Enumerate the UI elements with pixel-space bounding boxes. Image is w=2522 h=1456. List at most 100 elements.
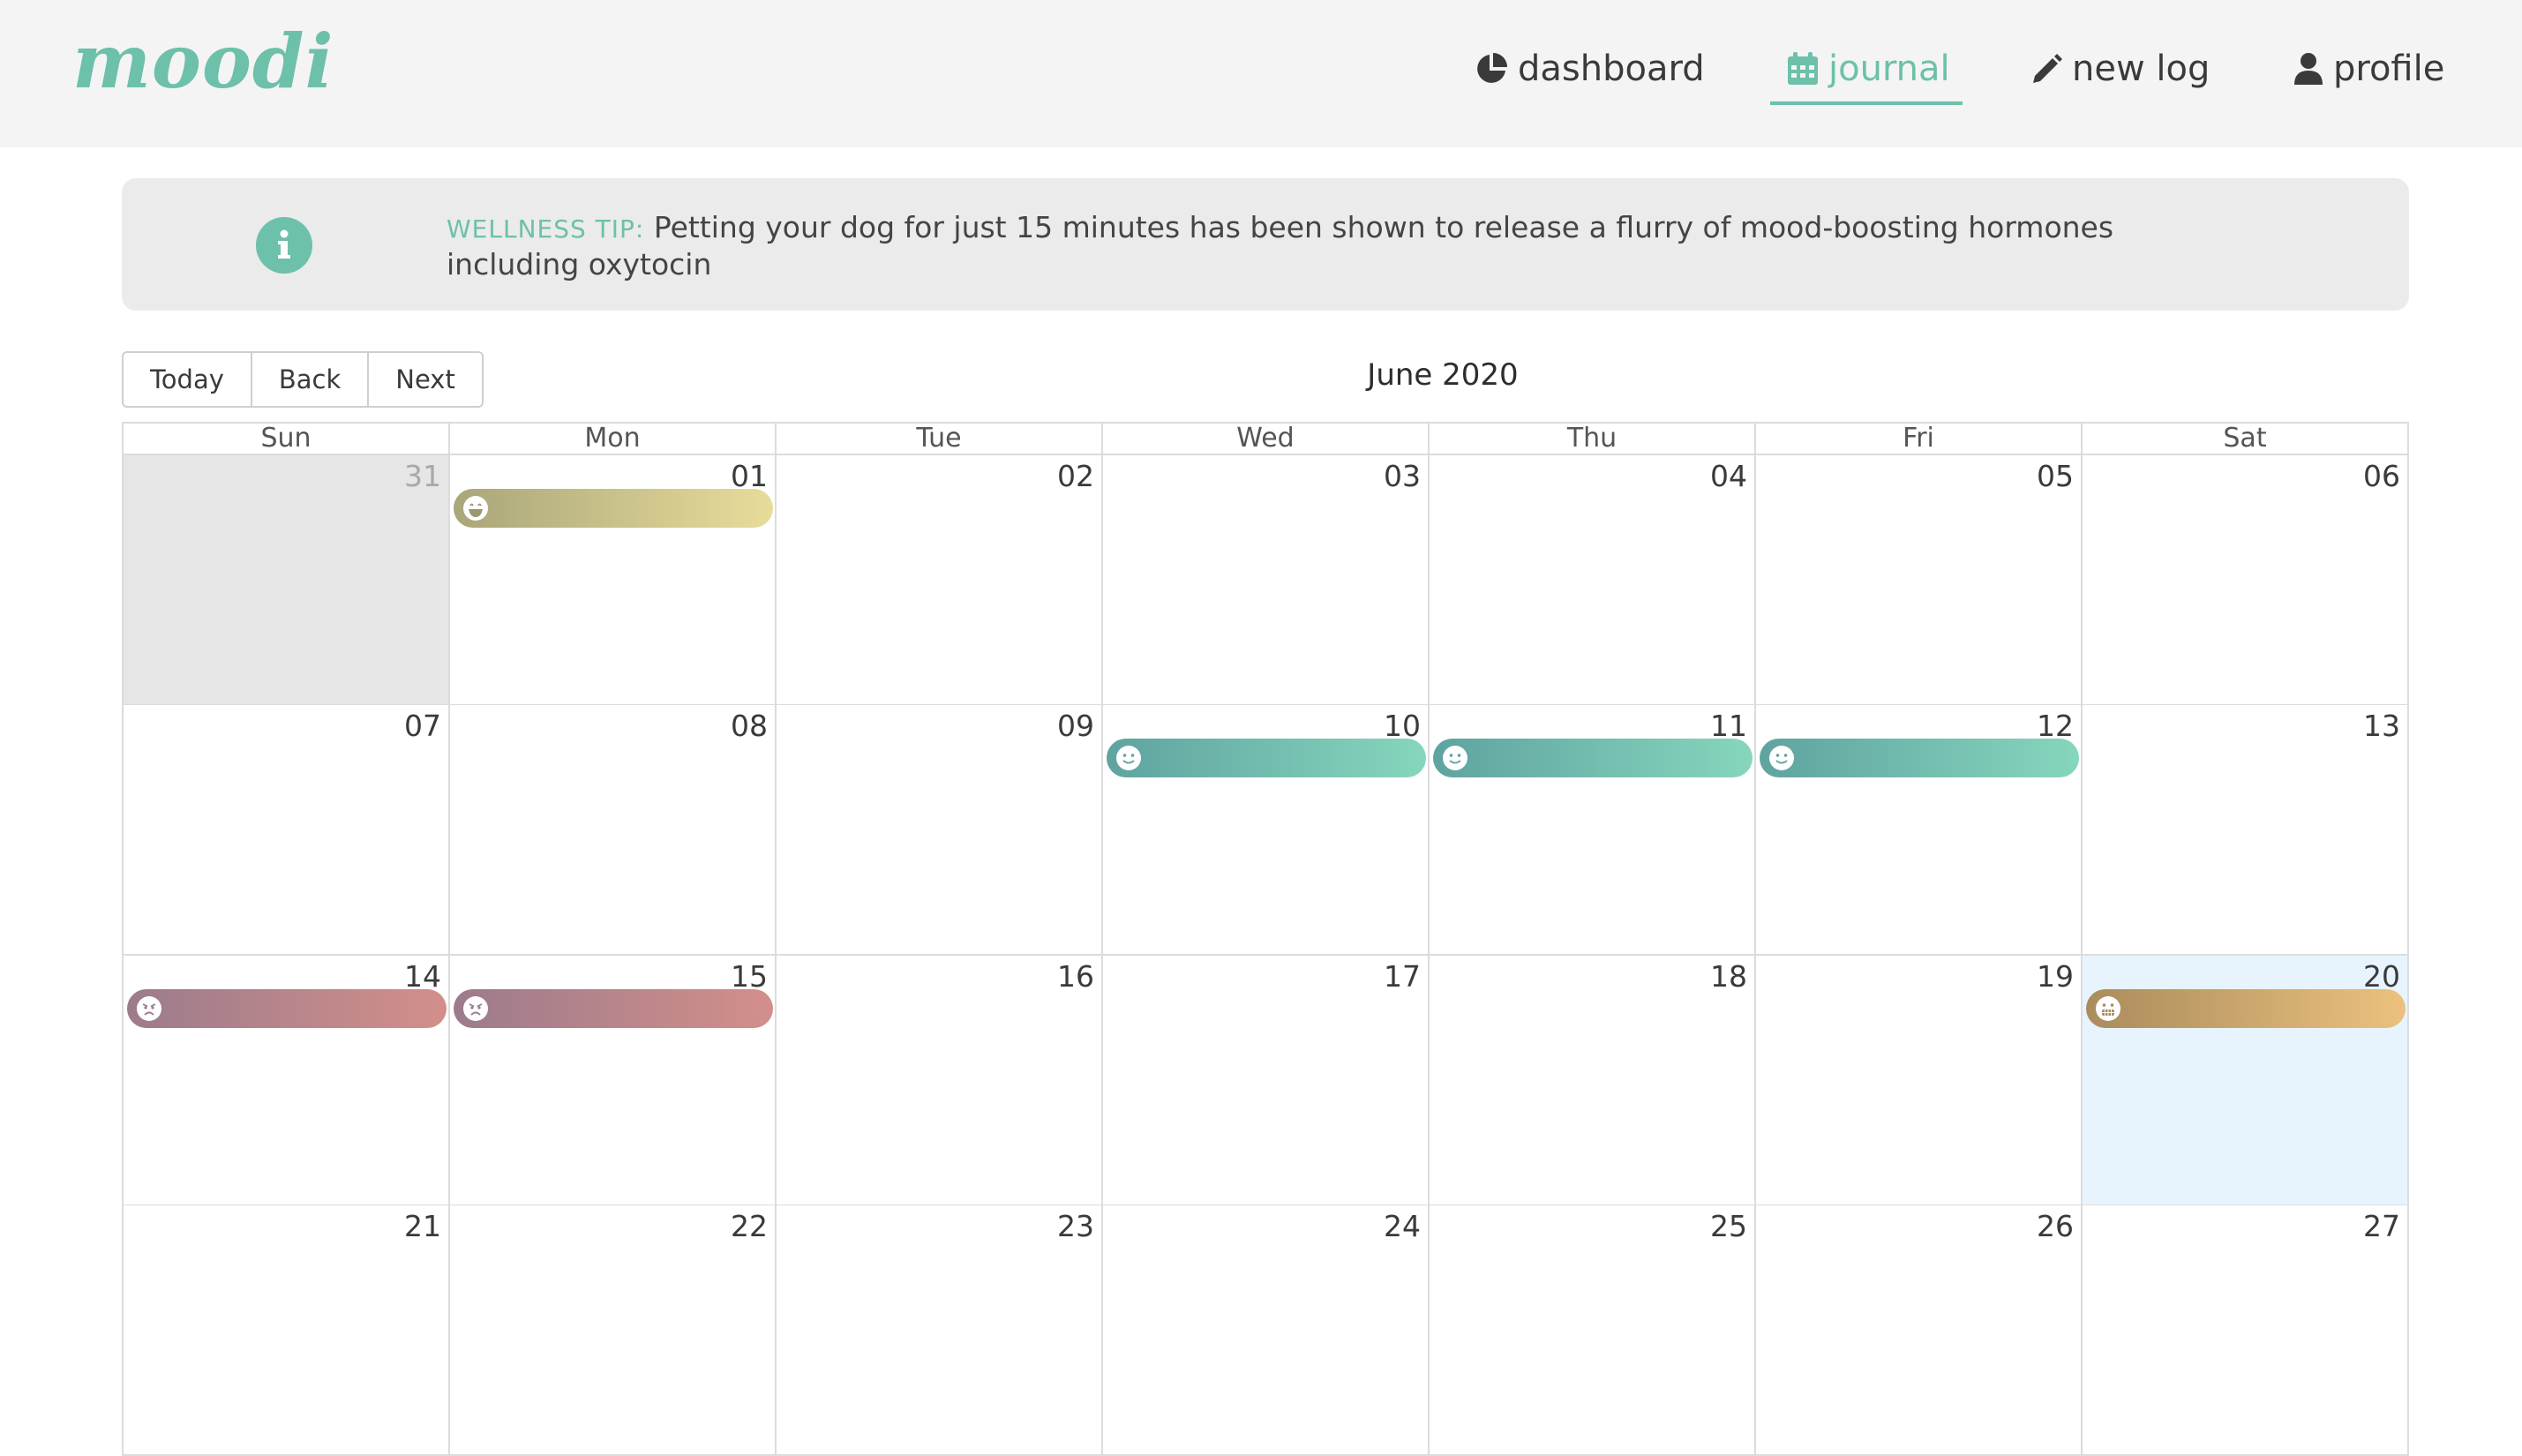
calendar-day-cell[interactable]: 12 (1756, 705, 2083, 956)
calendar-week-row: 07 08 09 10 11 12 13 (122, 705, 2409, 956)
mood-log-event-laughing[interactable] (454, 489, 773, 528)
day-number[interactable]: 04 (1710, 459, 1747, 493)
day-number[interactable]: 23 (1057, 1209, 1094, 1243)
calendar-day-cell[interactable]: 23 (777, 1205, 1103, 1456)
wellness-tip-colon: : (634, 214, 645, 244)
nav-journal-label: journal (1828, 49, 1950, 89)
mood-log-event-angry[interactable] (127, 989, 447, 1028)
back-button[interactable]: Back (252, 353, 370, 406)
day-number[interactable]: 08 (731, 709, 768, 743)
today-button[interactable]: Today (124, 353, 252, 406)
month-title: June 2020 (1367, 357, 1519, 393)
calendar-day-cell[interactable]: 06 (2083, 455, 2409, 706)
grimace-face-icon (2096, 996, 2120, 1021)
calendar-day-cell[interactable]: 13 (2083, 705, 2409, 956)
active-tab-indicator (1770, 101, 1963, 105)
calendar-week-row: 31 01 02 03 04 05 06 (122, 455, 2409, 706)
nav-profile-label: profile (2333, 49, 2445, 89)
nav-new-log[interactable]: new log (2030, 42, 2210, 95)
day-number[interactable]: 09 (1057, 709, 1094, 743)
calendar-day-cell[interactable]: 27 (2083, 1205, 2409, 1456)
laughing-face-icon (463, 496, 488, 521)
wellness-tip-text: WELLNESS TIP: Petting your dog for just … (447, 210, 2229, 282)
calendar-day-cell[interactable]: 15 (450, 956, 777, 1206)
wellness-tip-label: WELLNESS TIP (447, 214, 635, 244)
pencil-icon (2033, 54, 2062, 83)
nav-new-log-label: new log (2072, 49, 2211, 89)
day-number[interactable]: 18 (1710, 959, 1747, 994)
calendar-day-cell[interactable]: 03 (1103, 455, 1430, 706)
day-number[interactable]: 26 (2037, 1209, 2074, 1243)
day-number[interactable]: 03 (1384, 459, 1421, 493)
calendar-day-cell[interactable]: 04 (1430, 455, 1756, 706)
smile-face-icon (1116, 746, 1141, 770)
mood-log-event-happy[interactable] (1107, 739, 1426, 777)
day-number[interactable]: 13 (2363, 709, 2400, 743)
mood-log-event-grimacing[interactable] (2086, 989, 2406, 1028)
weekday-sun: Sun (124, 424, 450, 454)
mood-log-event-happy[interactable] (1433, 739, 1753, 777)
calendar-week-row: 14 15 16 17 18 19 20 (122, 956, 2409, 1206)
nav-dashboard[interactable]: dashboard (1474, 42, 1705, 95)
calendar-day-cell[interactable]: 22 (450, 1205, 777, 1456)
mood-log-event-angry[interactable] (454, 989, 773, 1028)
day-number[interactable]: 02 (1057, 459, 1094, 493)
calendar-nav-buttons: Today Back Next (122, 351, 484, 408)
weekday-thu: Thu (1430, 424, 1756, 454)
pie-chart-icon (1477, 53, 1507, 83)
angry-face-icon (463, 996, 488, 1021)
top-nav-bar: moodi dashboard journal new log profile (0, 0, 2522, 147)
mood-log-event-happy[interactable] (1760, 739, 2079, 777)
weekday-tue: Tue (777, 424, 1103, 454)
moodi-logo[interactable]: moodi (72, 18, 334, 105)
day-number[interactable]: 22 (731, 1209, 768, 1243)
calendar-day-cell[interactable]: 19 (1756, 956, 2083, 1206)
calendar-day-cell[interactable]: 16 (777, 956, 1103, 1206)
calendar-day-cell[interactable]: 26 (1756, 1205, 2083, 1456)
next-button[interactable]: Next (369, 353, 482, 406)
angry-face-icon (137, 996, 161, 1021)
day-number[interactable]: 05 (2037, 459, 2074, 493)
info-icon (256, 217, 312, 274)
day-number[interactable]: 24 (1384, 1209, 1421, 1243)
calendar-day-cell[interactable]: 24 (1103, 1205, 1430, 1456)
weekday-mon: Mon (450, 424, 777, 454)
weekday-sat: Sat (2223, 423, 2267, 454)
calendar-day-cell[interactable]: 11 (1430, 705, 1756, 956)
day-number[interactable]: 19 (2037, 959, 2074, 994)
calendar-day-cell[interactable]: 10 (1103, 705, 1430, 956)
calendar-day-cell[interactable]: 14 (122, 956, 450, 1206)
calendar-day-cell[interactable]: 01 (450, 455, 777, 706)
calendar-day-cell[interactable]: 05 (1756, 455, 2083, 706)
weekday-header: Sun Mon Tue Wed Thu Fri Sat (122, 422, 2409, 455)
month-calendar: Sun Mon Tue Wed Thu Fri Sat 31 01 02 03 04 05… (122, 422, 2409, 1456)
calendar-day-cell[interactable]: 18 (1430, 956, 1756, 1206)
nav-profile[interactable]: profile (2293, 42, 2444, 95)
calendar-day-cell[interactable]: 08 (450, 705, 777, 956)
nav-dashboard-label: dashboard (1518, 49, 1705, 89)
day-number[interactable]: 31 (404, 459, 441, 493)
calendar-day-cell[interactable]: 21 (122, 1205, 450, 1456)
calendar-week-row: 21 22 23 24 25 26 27 (122, 1205, 2409, 1456)
calendar-day-cell[interactable]: 20 (2083, 956, 2409, 1206)
calendar-day-cell[interactable]: 25 (1430, 1205, 1756, 1456)
day-number[interactable]: 06 (2363, 459, 2400, 493)
weekday-fri: Fri (1756, 424, 2083, 454)
calendar-day-cell[interactable]: 31 (122, 455, 450, 706)
day-number[interactable]: 07 (404, 709, 441, 743)
day-number[interactable]: 16 (1057, 959, 1094, 994)
nav-journal[interactable]: journal (1786, 42, 1950, 95)
wellness-tip-body: Petting your dog for just 15 minutes has… (447, 210, 2114, 281)
calendar-day-cell[interactable]: 02 (777, 455, 1103, 706)
user-icon (2294, 53, 2323, 85)
calendar-day-cell[interactable]: 07 (122, 705, 450, 956)
day-number[interactable]: 27 (2363, 1209, 2400, 1243)
smile-face-icon (1769, 746, 1794, 770)
calendar-day-cell[interactable]: 09 (777, 705, 1103, 956)
day-number[interactable]: 21 (404, 1209, 441, 1243)
weekday-wed: Wed (1103, 424, 1430, 454)
day-number[interactable]: 25 (1710, 1209, 1747, 1243)
calendar-day-cell[interactable]: 17 (1103, 956, 1430, 1206)
wellness-tip-banner: WELLNESS TIP: Petting your dog for just … (122, 178, 2409, 311)
day-number[interactable]: 17 (1384, 959, 1421, 994)
